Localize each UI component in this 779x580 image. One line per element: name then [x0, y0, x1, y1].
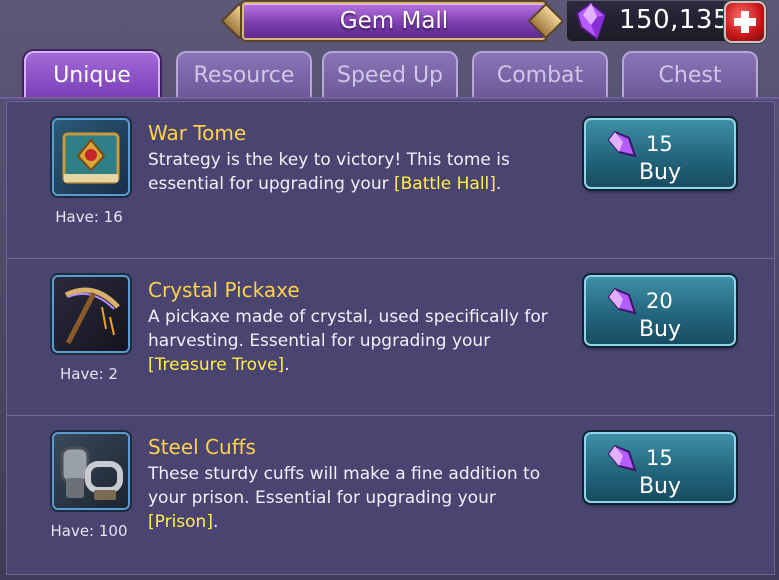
item-name: War Tome — [148, 121, 247, 145]
title-banner: Gem Mall — [220, 0, 565, 40]
war-tome-icon — [52, 118, 130, 196]
owned-count: Have: 100 — [50, 522, 128, 540]
item-description: These sturdy cuffs will make a fine addi… — [148, 464, 541, 532]
purple-gem-icon — [607, 287, 637, 321]
item-list: Have: 16 War Tome Strategy is the key to… — [6, 101, 775, 575]
gem-balance: 150,135 — [619, 5, 731, 35]
list-item: Have: 100 Steel Cuffs These sturdy cuffs… — [7, 416, 774, 573]
crystal-pickaxe-icon — [52, 275, 130, 353]
item-description: A pickaxe made of crystal, used specific… — [148, 307, 548, 375]
building-link: [Treasure Trove] — [148, 355, 285, 375]
purple-gem-icon — [571, 1, 611, 45]
page-title: Gem Mall — [242, 2, 546, 40]
owned-count: Have: 16 — [55, 208, 123, 226]
tab-speed-up[interactable]: Speed Up — [322, 51, 458, 97]
gem-price: 15 — [646, 446, 673, 470]
gem-price: 15 — [646, 132, 673, 156]
buy-label: Buy — [638, 160, 682, 185]
category-tabs: Unique Resource Speed Up Combat Chest — [24, 51, 779, 99]
list-item: Have: 2 Crystal Pickaxe A pickaxe made o… — [7, 259, 774, 416]
building-link: [Battle Hall] — [394, 174, 496, 194]
steel-cuffs-icon — [52, 432, 130, 510]
tab-chest[interactable]: Chest — [622, 51, 758, 97]
buy-label: Buy — [638, 317, 682, 342]
buy-button[interactable]: 20 Buy — [584, 275, 736, 346]
building-link: [Prison] — [148, 512, 213, 532]
item-name: Steel Cuffs — [148, 435, 256, 459]
owned-count: Have: 2 — [60, 365, 118, 383]
purple-gem-icon — [607, 444, 637, 478]
item-description: Strategy is the key to victory! This tom… — [148, 150, 510, 194]
buy-button[interactable]: 15 Buy — [584, 118, 736, 189]
gem-price: 20 — [646, 289, 673, 313]
list-item: Have: 16 War Tome Strategy is the key to… — [7, 102, 774, 259]
tab-combat[interactable]: Combat — [472, 51, 608, 97]
tab-resource[interactable]: Resource — [176, 51, 312, 97]
purple-gem-icon — [607, 130, 637, 164]
buy-button[interactable]: 15 Buy — [584, 432, 736, 503]
buy-label: Buy — [638, 474, 682, 499]
item-name: Crystal Pickaxe — [148, 278, 300, 302]
tab-unique[interactable]: Unique — [24, 51, 160, 97]
add-gems-button[interactable] — [724, 1, 766, 43]
plus-icon — [732, 9, 758, 35]
